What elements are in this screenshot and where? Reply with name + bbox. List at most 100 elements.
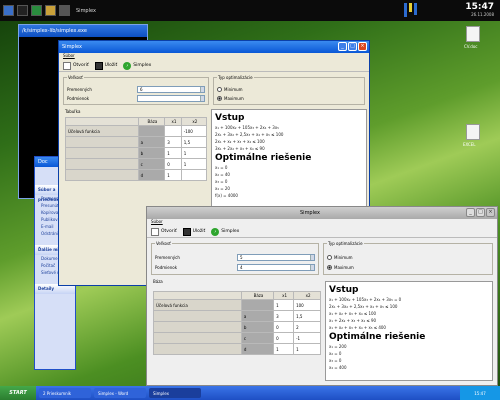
spinner-arrows[interactable]	[200, 96, 204, 101]
table-cell[interactable]	[153, 332, 242, 344]
minimize-icon[interactable]: _	[466, 208, 475, 217]
output-panel[interactable]: Vstup x₁ + 100x₂ + 105x₃ + 2x₄ + 3x₅ = 0…	[325, 281, 493, 381]
table-cell[interactable]: d	[137, 169, 166, 181]
table-row[interactable]: c 0 -1	[153, 332, 321, 344]
table-cell[interactable]	[153, 321, 242, 333]
table-cell[interactable]	[65, 169, 139, 181]
table-cell[interactable]: 1,5	[293, 310, 321, 322]
maximum-radio[interactable]: Maximum	[327, 265, 354, 270]
table-cell[interactable]: 0	[273, 332, 295, 344]
run-button[interactable]: › Simplex	[123, 61, 151, 70]
table-cell[interactable]	[65, 136, 139, 148]
table-cell[interactable]	[65, 147, 139, 159]
maximize-icon[interactable]: □	[348, 42, 357, 51]
browser-icon[interactable]	[31, 5, 42, 16]
table-row[interactable]: b02	[153, 321, 321, 333]
maximize-icon[interactable]: □	[476, 208, 485, 217]
variables-spinner[interactable]: 6	[137, 86, 205, 93]
simplex-table[interactable]: Báza x1 x2 Účelová funkcia 1 100 a 3 1,5 b02 c…	[153, 291, 321, 355]
terminal-titlebar[interactable]: /k/simplex-lib/simplex.exe	[19, 25, 147, 37]
table-row[interactable]: Účelová funkcia 1 100	[153, 299, 321, 311]
maximum-radio[interactable]: Maximum	[217, 96, 244, 101]
table-cell[interactable]: -100	[180, 125, 208, 137]
system-tray[interactable]: 15:47	[460, 386, 500, 400]
table-row[interactable]: Účelová funkcia -100	[65, 125, 208, 137]
grid-icon[interactable]	[59, 5, 70, 16]
open-button[interactable]: Otvoriť	[63, 61, 89, 70]
table-cell[interactable]	[240, 299, 275, 311]
taskbar-button-active[interactable]: Simplex	[149, 388, 201, 398]
open-label: Otvoriť	[161, 229, 177, 234]
close-icon[interactable]: ×	[486, 208, 495, 217]
taskbar-button[interactable]: 2 Prieskumník	[39, 388, 91, 398]
constraints-spinner[interactable]: 4	[237, 264, 315, 271]
spinner-arrows[interactable]	[200, 87, 204, 92]
table-cell[interactable]: b	[137, 147, 166, 159]
table-cell[interactable]	[164, 125, 182, 137]
open-button[interactable]: Otvoriť	[151, 227, 177, 236]
minimum-radio[interactable]: Minimum	[217, 87, 243, 92]
variables-spinner[interactable]: 5	[237, 254, 315, 261]
output-line: x₁ + x₂ + x₃ + x₄ ≤ 100	[329, 311, 377, 316]
table-cell[interactable]: 0	[273, 321, 295, 333]
table-cell[interactable]: 1	[164, 169, 182, 181]
table-cell[interactable]: c	[240, 332, 275, 344]
menu-file[interactable]: Súbor	[59, 53, 369, 60]
table-cell[interactable]: 1	[164, 147, 182, 159]
table-cell[interactable]	[180, 169, 208, 181]
table-cell[interactable]	[153, 310, 242, 322]
start-button[interactable]: START	[0, 386, 36, 400]
table-cell[interactable]: a	[137, 136, 166, 148]
table-cell[interactable]	[153, 343, 242, 355]
table-cell[interactable]: 1,5	[180, 136, 208, 148]
document-icon[interactable]	[466, 26, 480, 42]
table-cell[interactable]: a	[240, 310, 275, 322]
minimize-icon[interactable]: _	[338, 42, 347, 51]
table-cell[interactable]: 1	[180, 158, 208, 170]
variables-label: Premenných	[67, 87, 92, 92]
run-button[interactable]: › Simplex	[211, 227, 239, 236]
spinner-arrows[interactable]	[310, 255, 314, 260]
spinner-arrows[interactable]	[310, 265, 314, 270]
table-row[interactable]: a 3 1,5	[153, 310, 321, 322]
folder-icon[interactable]	[45, 5, 56, 16]
table-cell[interactable]: d	[240, 343, 275, 355]
taskbar-button[interactable]: Simplex - Word	[94, 388, 146, 398]
simplex-table[interactable]: Báza x1 x2 Účelová funkcia -100 a 3 1,5 b11 c…	[65, 117, 208, 181]
table-cell[interactable]: 100	[293, 299, 321, 311]
table-cell[interactable]: 3	[273, 310, 295, 322]
table-cell[interactable]: Účelová funkcia	[65, 125, 139, 137]
window-titlebar[interactable]: Simplex _ □ ×	[59, 41, 369, 53]
table-cell[interactable]: 1	[180, 147, 208, 159]
clock[interactable]: 15:47 26.11.2008	[465, 2, 494, 17]
minimum-radio[interactable]: Minimum	[327, 255, 353, 260]
spreadsheet-icon[interactable]	[466, 124, 480, 140]
table-row[interactable]: b11	[65, 147, 208, 159]
app-icon[interactable]	[3, 5, 14, 16]
save-button[interactable]: Uložiť	[182, 227, 205, 236]
table-row[interactable]: d1	[65, 169, 208, 181]
table-row[interactable]: c01	[65, 158, 208, 170]
table-cell[interactable]: Účelová funkcia	[153, 299, 242, 311]
table-cell[interactable]: -1	[293, 332, 321, 344]
table-cell[interactable]: 1	[273, 343, 295, 355]
terminal-icon[interactable]	[17, 5, 28, 16]
constraints-spinner[interactable]	[137, 95, 205, 102]
menu-file[interactable]: Súbor	[147, 219, 497, 226]
table-cell[interactable]: c	[137, 158, 166, 170]
window-titlebar[interactable]: Simplex _ □ ×	[147, 207, 497, 219]
table-cell[interactable]: 2	[293, 321, 321, 333]
table-cell[interactable]: 3	[164, 136, 182, 148]
table-cell[interactable]: 1	[273, 299, 295, 311]
table-row[interactable]: d11	[153, 343, 321, 355]
table-cell[interactable]	[137, 125, 166, 137]
table-cell[interactable]: 1	[293, 343, 321, 355]
table-cell[interactable]	[65, 158, 139, 170]
close-icon[interactable]: ×	[358, 42, 367, 51]
save-button[interactable]: Uložiť	[94, 61, 117, 70]
table-cell[interactable]: b	[240, 321, 275, 333]
table-cell[interactable]: 0	[164, 158, 182, 170]
table-row[interactable]: a 3 1,5	[65, 136, 208, 148]
table-header: x1	[273, 291, 295, 300]
simplex-window-front[interactable]: Simplex _ □ × Súbor Otvoriť Uložiť › Simple…	[146, 206, 498, 386]
